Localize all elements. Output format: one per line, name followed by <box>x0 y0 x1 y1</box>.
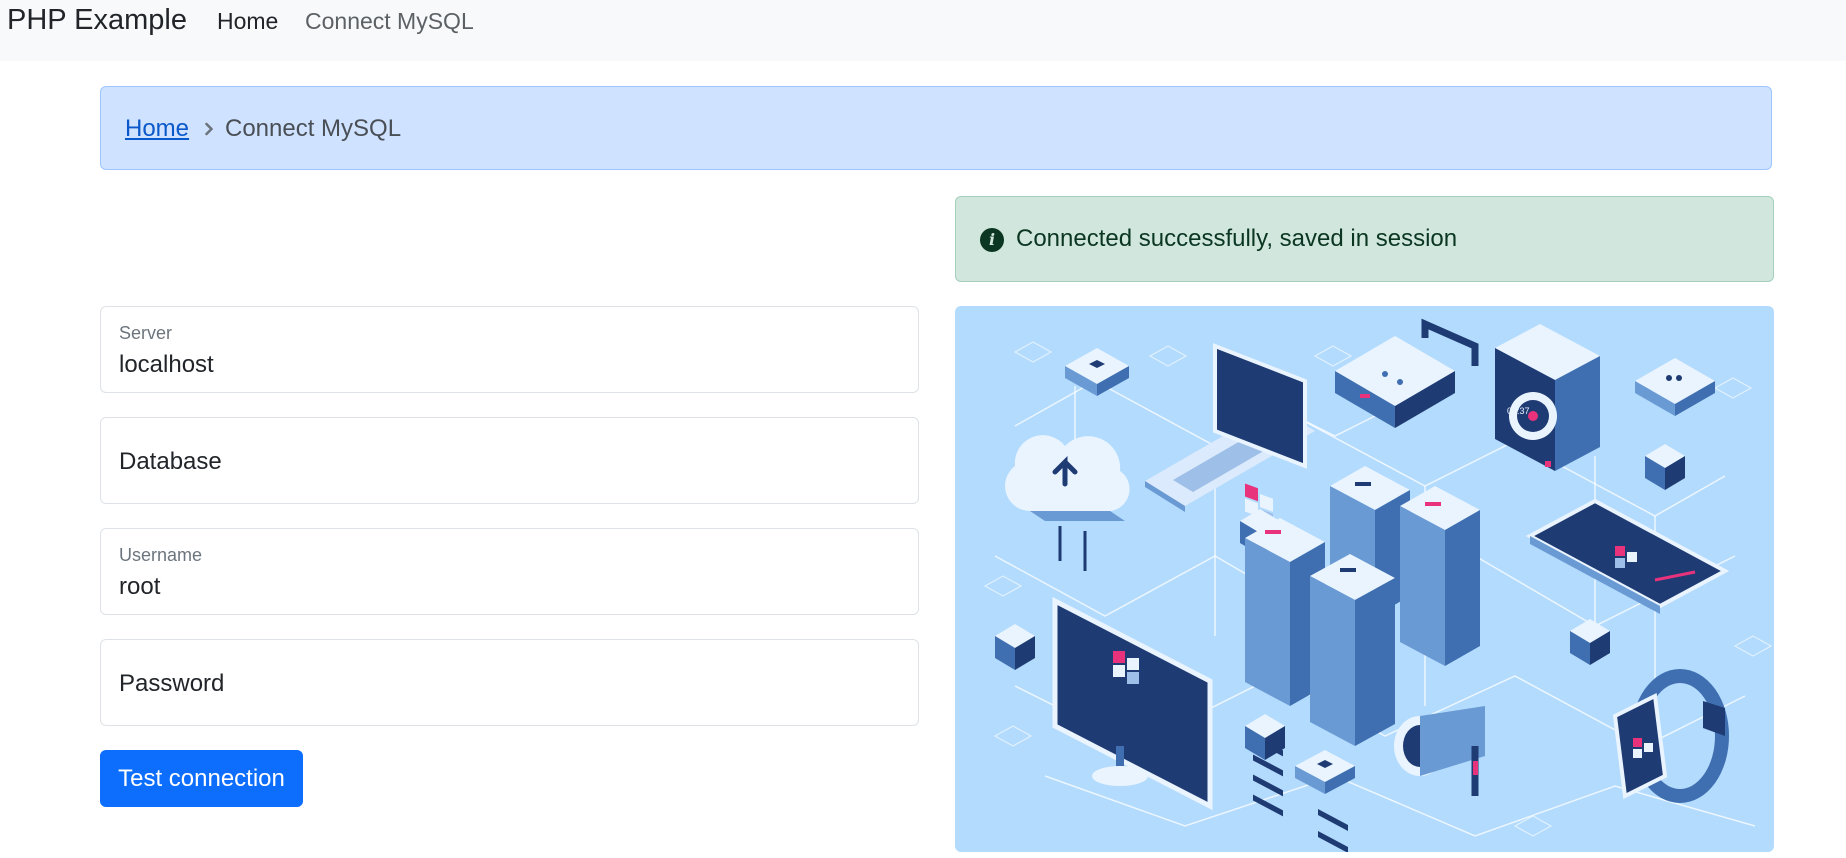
username-field[interactable]: Username root <box>100 528 919 615</box>
database-label: Database <box>119 448 222 475</box>
password-field[interactable]: Password <box>100 639 919 726</box>
camera-screen-time: 01:37 <box>1507 406 1530 416</box>
navbar-brand[interactable]: PHP Example <box>7 4 187 37</box>
username-input-value: root <box>119 573 161 600</box>
test-connection-button[interactable]: Test connection <box>100 750 303 807</box>
nav-link-connect-mysql[interactable]: Connect MySQL <box>305 8 474 35</box>
breadcrumb-current: Connect MySQL <box>225 115 402 142</box>
info-icon: i <box>980 228 1004 252</box>
password-label: Password <box>119 670 225 697</box>
chevron-right-icon <box>205 122 213 136</box>
alert-message: Connected successfully, saved in session <box>1016 225 1458 252</box>
network-illustration: 01:37 <box>955 306 1774 852</box>
server-input-value: localhost <box>119 351 214 378</box>
nav-link-home[interactable]: Home <box>217 8 278 35</box>
navbar: PHP Example Home Connect MySQL <box>0 0 1846 61</box>
username-label: Username <box>119 545 203 565</box>
server-label: Server <box>119 323 173 343</box>
breadcrumb-home-link[interactable]: Home <box>125 115 189 143</box>
breadcrumb: Home Connect MySQL <box>100 86 1772 170</box>
server-field[interactable]: Server localhost <box>100 306 919 393</box>
database-field[interactable]: Database <box>100 417 919 504</box>
success-alert: i Connected successfully, saved in sessi… <box>955 196 1774 282</box>
